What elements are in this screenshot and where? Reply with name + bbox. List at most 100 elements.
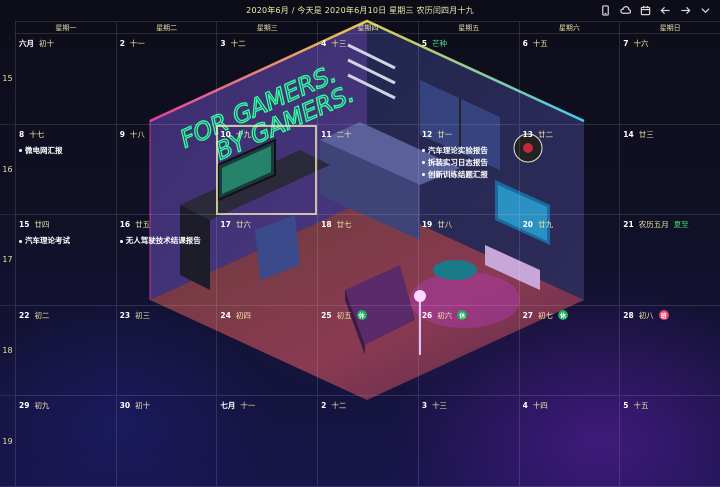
lunar-date: 十七 xyxy=(29,129,45,139)
weekday-label: 星期二 xyxy=(115,22,217,34)
event-item[interactable]: 拆装实习日志报告 xyxy=(421,157,516,169)
week-number: 18 xyxy=(0,306,15,397)
day-cell[interactable]: 23 初三 xyxy=(115,305,217,397)
day-cell[interactable]: 6 十五 xyxy=(518,34,620,125)
day-number: 23 xyxy=(119,310,131,320)
lunar-date: 十一 xyxy=(240,401,256,411)
event-item[interactable]: 微电网汇报 xyxy=(19,145,113,157)
date-line: 4 十三 xyxy=(321,38,415,49)
event-title: 汽车理论考试 xyxy=(25,236,70,246)
calendar-icon[interactable] xyxy=(638,3,652,17)
lunar-date: 初十 xyxy=(135,401,151,411)
date-line: 2 十一 xyxy=(120,38,214,49)
day-number: 10 xyxy=(220,129,231,139)
date-line: 5 芒种 xyxy=(422,38,516,49)
event-item[interactable]: 汽车理论考试 xyxy=(19,235,113,247)
day-cell[interactable]: 11 二十 xyxy=(317,124,418,216)
date-line: 19 廿八 xyxy=(422,219,516,230)
event-item[interactable]: 汽车理论实验报告 xyxy=(421,145,516,157)
lunar-date: 十三 xyxy=(432,401,448,411)
event-list: 汽车理论实验报告 拆装实习日志报告 创新训练结题汇报 xyxy=(421,145,516,181)
holiday-badge: 休 xyxy=(457,310,468,321)
lunar-date: 十二 xyxy=(331,401,347,411)
bullet-icon xyxy=(421,149,425,153)
date-line: 六月 初十 xyxy=(19,38,113,49)
date-line: 20 廿九 xyxy=(523,219,617,230)
day-cell[interactable]: 13 廿二 xyxy=(518,124,620,216)
day-cell[interactable]: 3 十二 xyxy=(216,34,318,125)
day-number: 6 xyxy=(522,39,528,48)
holiday-badge: 休 xyxy=(558,310,568,321)
day-cell[interactable]: 21 农历五月 夏至 xyxy=(619,215,720,306)
day-number: 六月 xyxy=(19,39,34,48)
day-cell[interactable]: 七月 十一 xyxy=(216,396,318,487)
lunar-date: 廿七 xyxy=(336,220,352,230)
day-number: 26 xyxy=(421,310,433,320)
lunar-date: 二十 xyxy=(336,129,352,139)
lunar-date: 十三 xyxy=(331,39,347,48)
day-cell-today[interactable]: 10 十九 xyxy=(216,124,318,216)
day-number: 18 xyxy=(321,220,332,230)
lunar-date: 初六 xyxy=(437,310,453,320)
arrow-left-icon[interactable] xyxy=(658,3,672,17)
event-item[interactable]: 创新训练结题汇报 xyxy=(421,169,516,181)
day-cell[interactable]: 2 十一 xyxy=(115,34,217,125)
bullet-icon xyxy=(119,239,123,243)
day-cell[interactable]: 18 廿七 xyxy=(317,215,418,306)
date-line: 26 初六休 xyxy=(422,310,516,321)
day-number: 22 xyxy=(19,310,30,320)
date-line: 16 廿五 xyxy=(120,219,214,230)
day-cell[interactable]: 30 初十 xyxy=(115,396,217,487)
day-cell[interactable]: 5 十五 xyxy=(619,396,720,487)
date-line: 15 廿四 xyxy=(19,219,113,230)
day-number: 19 xyxy=(421,220,433,230)
day-cell[interactable]: 7 十六 xyxy=(619,34,720,125)
day-cell[interactable]: 28 初八班 xyxy=(619,305,720,397)
day-cell[interactable]: 29 初九 xyxy=(15,396,116,487)
day-cell[interactable]: 15 廿四汽车理论考试 xyxy=(15,215,116,306)
event-title: 微电网汇报 xyxy=(25,145,63,155)
lunar-date: 农历五月 xyxy=(638,220,669,230)
toolbar xyxy=(598,3,712,17)
day-cell[interactable]: 22 初二 xyxy=(15,305,116,397)
day-cell[interactable]: 8 十七微电网汇报 xyxy=(15,124,116,216)
day-cell[interactable]: 16 廿五无人驾驶技术结课报告 xyxy=(115,215,217,306)
day-number: 2 xyxy=(119,39,125,48)
day-cell[interactable]: 9 十八 xyxy=(115,124,217,216)
day-cell[interactable]: 六月 初十 xyxy=(15,34,116,125)
weekday-label: 星期日 xyxy=(619,22,720,34)
day-cell[interactable]: 2 十二 xyxy=(317,396,418,487)
solar-term: 夏至 xyxy=(673,220,689,230)
week-number: 15 xyxy=(0,34,15,125)
week-number-column: 15 16 17 18 19 xyxy=(0,34,15,487)
day-number: 2 xyxy=(321,401,327,411)
date-line: 11 二十 xyxy=(321,129,415,140)
arrow-right-icon[interactable] xyxy=(678,3,692,17)
day-cell[interactable]: 26 初六休 xyxy=(417,305,519,397)
month-grid: 六月 初十 2 十一 3 十二 4 十三 5 芒种 6 十五 7 十六 8 十七 微电网汇报 9 十八 10 十九 11 二… xyxy=(15,34,720,487)
event-item[interactable]: 无人驾驶技术结课报告 xyxy=(119,235,214,247)
day-cell[interactable]: 14 廿三 xyxy=(619,124,720,216)
day-cell[interactable]: 24 初四 xyxy=(216,305,318,397)
day-cell[interactable]: 4 十三 xyxy=(317,34,418,125)
day-cell[interactable]: 12 廿一 汽车理论实验报告 拆装实习日志报告 创新训练结题汇报 xyxy=(417,124,519,216)
event-title: 创新训练结题汇报 xyxy=(427,169,488,179)
day-cell[interactable]: 25 初五休 xyxy=(317,305,418,397)
cloud-icon[interactable] xyxy=(618,3,632,17)
day-cell[interactable]: 17 廿六 xyxy=(216,215,318,306)
day-cell[interactable]: 3 十三 xyxy=(417,396,519,487)
day-number: 9 xyxy=(119,129,125,139)
lunar-date: 廿六 xyxy=(235,220,251,230)
day-cell[interactable]: 20 廿九 xyxy=(518,215,620,306)
day-cell[interactable]: 4 十四 xyxy=(518,396,620,487)
date-line: 8 十七 xyxy=(19,129,113,140)
lunar-date: 廿一 xyxy=(437,129,453,139)
day-cell[interactable]: 19 廿八 xyxy=(417,215,519,306)
date-line: 22 初二 xyxy=(19,310,113,321)
day-cell[interactable]: 27 初七休 xyxy=(518,305,620,397)
phone-icon[interactable] xyxy=(598,3,612,17)
chevron-down-icon[interactable] xyxy=(698,3,712,17)
day-number: 15 xyxy=(19,220,30,230)
day-cell[interactable]: 5 芒种 xyxy=(417,34,519,125)
day-number: 七月 xyxy=(220,401,236,411)
